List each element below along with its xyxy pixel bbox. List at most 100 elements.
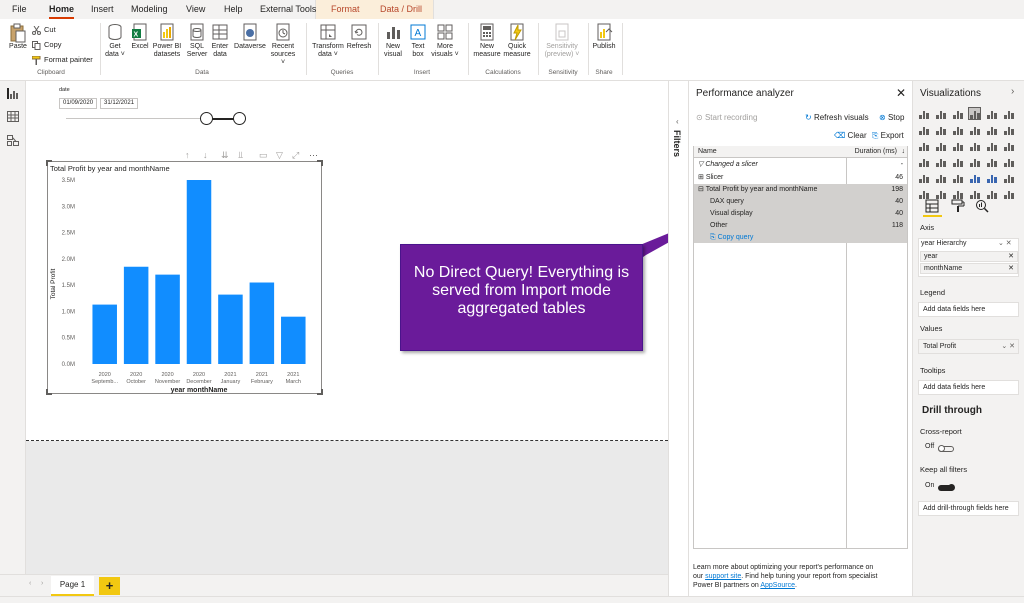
treemap-icon[interactable]	[1003, 140, 1014, 151]
smart-narrative-icon[interactable]	[952, 188, 963, 199]
power-bi-datasets-button[interactable]: Power BI datasets	[152, 23, 182, 59]
support-site-link[interactable]: support site	[705, 573, 741, 580]
sort-down-icon[interactable]: ↓	[902, 146, 906, 158]
100-column-icon[interactable]	[1003, 108, 1014, 119]
collapse-arrow-icon[interactable]: ‹	[676, 117, 679, 126]
collapse-icon[interactable]: ⊟	[698, 186, 704, 193]
100-bar-icon[interactable]	[986, 108, 997, 119]
funnel-icon[interactable]	[935, 140, 946, 151]
remove-icon[interactable]: ✕	[1008, 252, 1014, 262]
report-view-icon[interactable]	[7, 88, 19, 99]
card-icon[interactable]	[969, 156, 980, 167]
sensitivity-button[interactable]: Sensitivity (preview) ˅	[542, 23, 582, 59]
area-chart-icon[interactable]	[935, 124, 946, 135]
line-clustered-icon[interactable]	[986, 124, 997, 135]
prev-page-icon[interactable]: ‹	[29, 580, 31, 587]
tab-external-tools[interactable]: External Tools	[260, 4, 316, 19]
gauge-icon[interactable]	[952, 156, 963, 167]
start-recording-button[interactable]: ⊙ Start recording	[696, 113, 757, 122]
clear-button[interactable]: ⌫ Clear	[834, 131, 867, 140]
cut-button[interactable]: Cut	[32, 24, 56, 35]
col-duration-header[interactable]: Duration (ms)	[855, 146, 897, 158]
ribbon-chart-icon[interactable]	[1003, 124, 1014, 135]
tab-home[interactable]: Home	[49, 4, 75, 19]
tab-file[interactable]: File	[12, 4, 27, 19]
data-view-icon[interactable]	[7, 111, 19, 122]
field-actions[interactable]: ⌄ ✕	[1001, 340, 1015, 354]
expand-pane-icon[interactable]: ›	[1011, 86, 1014, 97]
clustered-column-icon[interactable]	[968, 107, 981, 120]
remove-icon[interactable]: ✕	[1008, 264, 1014, 274]
bar[interactable]	[155, 274, 180, 364]
refresh-button[interactable]: Refresh	[346, 23, 372, 51]
publish-button[interactable]: Publish	[591, 23, 617, 51]
slicer-end-handle[interactable]	[233, 112, 246, 125]
add-page-button[interactable]: +	[99, 577, 120, 595]
page-tab-page-1[interactable]: Page 1	[51, 576, 94, 596]
paginated-report-icon[interactable]	[969, 188, 980, 199]
transform-data-button[interactable]: Transform data ˅	[311, 23, 345, 59]
expand-icon[interactable]: ⊞	[698, 174, 704, 181]
paste-button[interactable]: Paste	[8, 23, 28, 51]
fields-tab-icon[interactable]	[925, 199, 939, 213]
pie-icon[interactable]	[969, 140, 980, 151]
tab-data-drill[interactable]: Data / Drill	[380, 4, 422, 19]
slicer-icon[interactable]	[918, 172, 929, 183]
format-painter-button[interactable]: Format painter	[31, 54, 93, 65]
focus-mode-icon[interactable]: ⤢	[292, 150, 299, 161]
enter-data-button[interactable]: Enter data	[210, 23, 230, 59]
bar[interactable]	[249, 282, 275, 364]
key-influencers-icon[interactable]	[1003, 172, 1014, 183]
more-icon[interactable]	[1003, 188, 1014, 199]
tab-help[interactable]: Help	[224, 4, 243, 19]
tab-format[interactable]: Format	[331, 4, 360, 19]
analytics-magnifier-icon[interactable]	[975, 199, 989, 213]
stacked-bar-icon[interactable]	[918, 108, 929, 119]
bar[interactable]	[218, 294, 243, 364]
get-data-button[interactable]: Get data ˅	[104, 23, 126, 59]
table-row[interactable]: ▽ Changed a slicer -	[694, 159, 907, 171]
waterfall-icon[interactable]	[918, 140, 929, 151]
resize-handle[interactable]	[317, 160, 323, 166]
python-visual-icon[interactable]	[986, 172, 997, 183]
text-box-button[interactable]: A Text box	[408, 23, 428, 59]
kpi-icon[interactable]	[1003, 156, 1014, 167]
close-icon[interactable]: ✕	[896, 86, 906, 100]
excel-button[interactable]: X Excel	[130, 23, 150, 51]
tab-view[interactable]: View	[186, 4, 205, 19]
filter-icon[interactable]: ▽	[276, 150, 283, 161]
axis-field-actions[interactable]: ⌄ ✕	[998, 239, 1012, 247]
slicer-start-handle[interactable]	[200, 112, 213, 125]
drill-up-icon[interactable]: ↑	[185, 150, 190, 161]
sql-server-button[interactable]: SQL Server	[186, 23, 208, 59]
appsource-link[interactable]: AppSource	[760, 582, 795, 589]
decomposition-tree-icon[interactable]	[918, 188, 929, 199]
next-page-icon[interactable]: ›	[41, 580, 43, 587]
slicer-end-date[interactable]: 31/12/2021	[100, 98, 138, 109]
legend-well[interactable]: Add data fields here	[918, 302, 1019, 317]
next-level-icon[interactable]: ⇊	[221, 150, 229, 161]
donut-icon[interactable]	[986, 140, 997, 151]
filters-label[interactable]: Filters	[672, 130, 682, 157]
filters-pane-collapsed[interactable]: ‹	[668, 81, 688, 596]
dataverse-button[interactable]: Dataverse	[232, 23, 268, 51]
table-icon[interactable]	[935, 172, 946, 183]
bar[interactable]	[281, 316, 306, 364]
export-button[interactable]: ⎘ Export	[872, 131, 904, 141]
filled-map-icon[interactable]	[935, 156, 946, 167]
tooltips-well[interactable]: Add data fields here	[918, 380, 1019, 395]
line-column-icon[interactable]	[969, 124, 980, 135]
expand-hierarchy-icon[interactable]: ⫫	[238, 150, 243, 161]
tab-modeling[interactable]: Modeling	[131, 4, 168, 19]
r-visual-icon[interactable]	[969, 172, 980, 183]
refresh-visuals-button[interactable]: ↻ Refresh visuals	[805, 113, 869, 122]
pin-icon[interactable]: ▭	[259, 150, 268, 161]
tab-insert[interactable]: Insert	[91, 4, 114, 19]
multi-row-card-icon[interactable]	[986, 156, 997, 167]
quick-measure-button[interactable]: Quick measure	[502, 23, 532, 59]
line-chart-icon[interactable]	[918, 124, 929, 135]
stacked-area-icon[interactable]	[952, 124, 963, 135]
bar[interactable]	[186, 180, 212, 364]
bar[interactable]	[123, 266, 149, 364]
values-field[interactable]: Total Profit ⌄ ✕	[918, 339, 1019, 354]
